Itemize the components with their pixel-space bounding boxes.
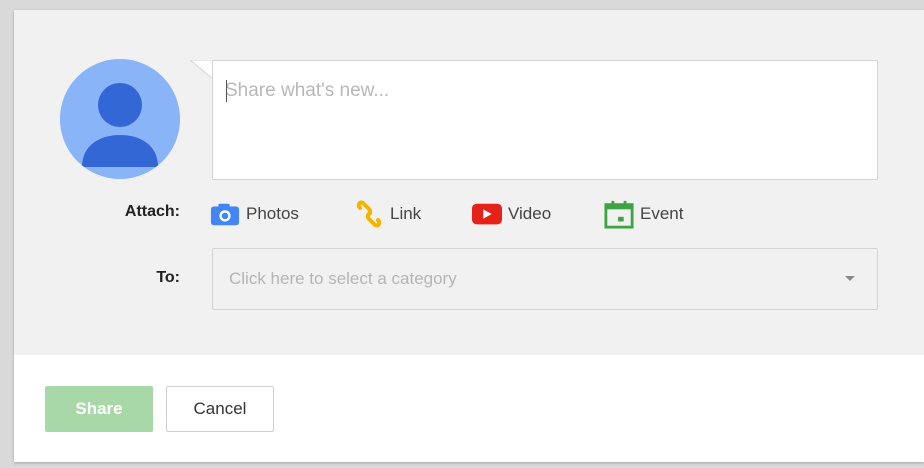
post-input[interactable] (225, 71, 825, 111)
link-icon (354, 200, 384, 228)
category-select-placeholder: Click here to select a category (229, 269, 457, 288)
camera-icon (210, 200, 240, 228)
attach-link-label: Link (390, 204, 422, 223)
attach-photos-label: Photos (246, 204, 299, 223)
avatar (60, 59, 180, 179)
video-icon (472, 200, 502, 228)
attach-event-button[interactable]: Event (604, 200, 684, 229)
user-icon (60, 59, 180, 179)
attach-video-label: Video (508, 204, 552, 223)
category-select[interactable]: Click here to select a category (212, 248, 878, 310)
cancel-button[interactable]: Cancel (166, 386, 274, 432)
attach-event-label: Event (640, 204, 684, 223)
text-caret (226, 80, 227, 102)
attach-video-button[interactable]: Video (472, 200, 551, 228)
attach-photos-button[interactable]: Photos (210, 200, 299, 228)
chevron-down-icon (845, 276, 855, 281)
share-button[interactable]: Share (45, 386, 153, 432)
attach-label: Attach: (124, 203, 180, 220)
share-dialog: Attach: Photos (14, 10, 924, 462)
speech-bubble-tail (190, 60, 214, 80)
compose-area: Attach: Photos (14, 10, 924, 355)
post-text-box[interactable] (212, 60, 878, 180)
attach-link-button[interactable]: Link (354, 200, 421, 228)
to-label: To: (156, 269, 180, 286)
window-frame: Attach: Photos (0, 0, 924, 468)
calendar-icon (604, 200, 634, 229)
